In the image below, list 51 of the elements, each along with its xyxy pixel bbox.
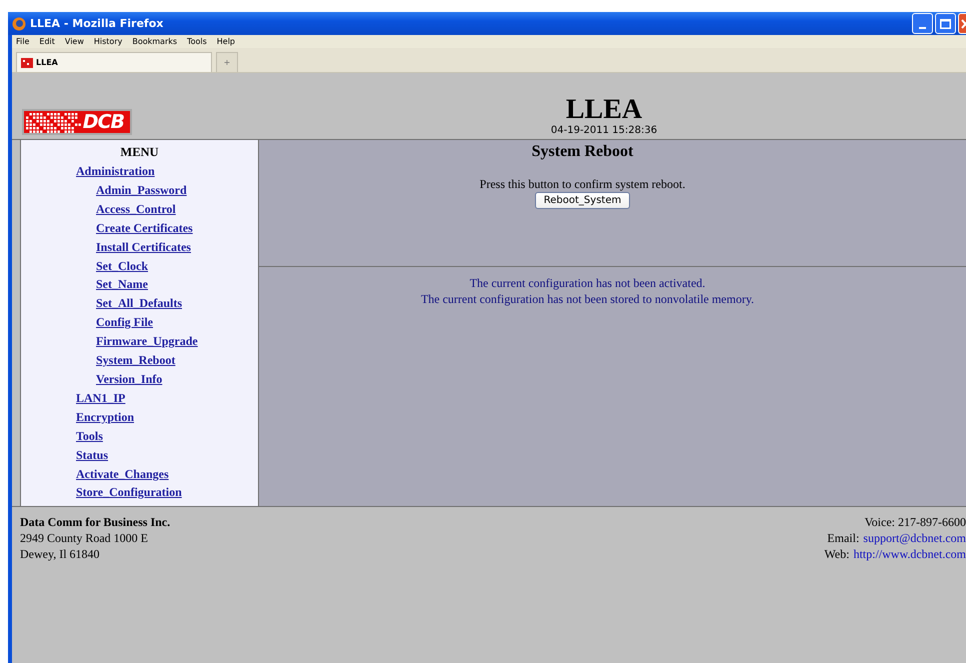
- section-heading: System Reboot: [532, 143, 634, 161]
- menu-item[interactable]: Bookmarks: [132, 37, 178, 46]
- page-title: LLEA: [564, 95, 644, 125]
- company-logo: DCB: [22, 109, 132, 135]
- menu-item[interactable]: Tools: [187, 37, 207, 46]
- address-line: Dewey, Il 61840: [20, 546, 101, 562]
- browser-icon: [12, 16, 26, 30]
- menu-link[interactable]: Admin_Password: [96, 180, 187, 200]
- menu-link[interactable]: Version_Info: [96, 370, 162, 389]
- date-time: 04-19-2011 15:28:36: [550, 125, 658, 136]
- menu-link[interactable]: Activate_Changes: [76, 464, 169, 484]
- menu-item[interactable]: File: [16, 37, 30, 46]
- menu-link[interactable]: Administration: [76, 162, 155, 181]
- prompt-text: Press this button to confirm system reboot.: [480, 177, 686, 192]
- menu-link[interactable]: Encryption: [76, 408, 134, 427]
- menu-link[interactable]: Install Certificates: [96, 238, 191, 257]
- menu-item[interactable]: View: [64, 37, 84, 46]
- minimize-button[interactable]: [912, 13, 933, 34]
- company-name: Data Comm for Business Inc.: [20, 514, 170, 530]
- menu-link[interactable]: Access_Control: [96, 200, 176, 219]
- phone-text: Voice: 217-897-6600: [864, 514, 966, 530]
- menu-link[interactable]: Create Certificates: [96, 218, 193, 238]
- menu-link[interactable]: Set_Clock: [96, 256, 148, 276]
- menu-link[interactable]: Tools: [76, 426, 103, 446]
- menu-link[interactable]: Set_Name: [96, 275, 148, 294]
- address-line: 2949 County Road 1000 E: [20, 530, 149, 546]
- maximize-icon: [940, 18, 951, 28]
- menu-heading: MENU: [119, 144, 160, 161]
- menu-link[interactable]: Firmware_Upgrade: [96, 332, 198, 352]
- menu-link[interactable]: Config File: [96, 313, 153, 332]
- email-label: Email:: [827, 530, 860, 546]
- menu-item[interactable]: Edit: [39, 37, 55, 46]
- menu-item[interactable]: History: [94, 37, 122, 46]
- minimize-icon: [919, 26, 926, 28]
- reboot-button[interactable]: Reboot_System: [534, 192, 630, 209]
- web-label: Web:: [824, 546, 850, 562]
- email-link[interactable]: support@dcbnet.com: [863, 530, 966, 546]
- menu-link[interactable]: Status: [76, 446, 108, 464]
- maximize-button[interactable]: [935, 13, 956, 34]
- menu-item[interactable]: Help: [216, 37, 236, 46]
- browser-tab[interactable]: LLEA: [16, 52, 212, 72]
- web-link[interactable]: http://www.dcbnet.com: [853, 546, 966, 562]
- menu-link[interactable]: System_Reboot: [96, 351, 176, 370]
- browser-tab[interactable]: +: [216, 52, 238, 72]
- site-icon: [21, 58, 33, 68]
- menu-link[interactable]: Set_All_Defaults: [96, 294, 182, 314]
- menu-link[interactable]: Store_Configuration: [76, 483, 182, 502]
- menu-link[interactable]: LAN1_IP: [76, 388, 126, 408]
- window-title: LLEA - Mozilla Firefox: [30, 17, 164, 30]
- status-message: The current configuration has not been activated.: [470, 275, 706, 291]
- status-message: The current configuration has not been stored to nonvolatile memory.: [420, 291, 754, 307]
